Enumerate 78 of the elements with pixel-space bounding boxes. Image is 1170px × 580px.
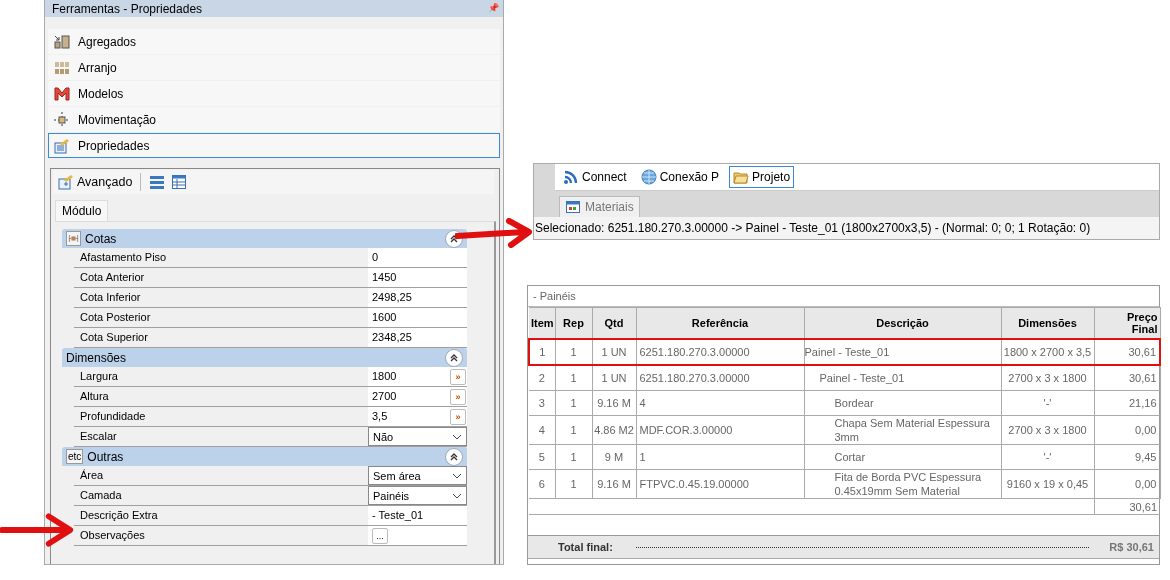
table-row[interactable]: 6 1 9.16 M FTPVC.0.45.19.00000 Fita de Borda PVC Espessura 0.45x19mm Sem Material 9160 x 19 x 0,45 0,00 — [529, 469, 1160, 499]
chevrons-icon — [449, 451, 459, 462]
total-value: R$ 30,61 — [1109, 541, 1154, 553]
table-row[interactable]: 5 1 9 M 1 Cortar '-' 9,45 — [529, 444, 1160, 470]
table-row[interactable]: 4 1 4.86 M2 MDF.COR.3.00000 Chapa Sem Material Espessura 3mm 2700 x 3 x 1800 0,00 — [529, 415, 1160, 445]
panel-title: Ferramentas - Propriedades — [52, 1, 203, 16]
menu-item[interactable]: Propriedades — [48, 133, 500, 158]
table-view-icon[interactable] — [171, 174, 188, 190]
more-button[interactable]: » — [450, 368, 466, 385]
total-label: Total final: — [558, 541, 613, 553]
properties-icon — [54, 137, 70, 154]
caret-icon — [452, 472, 462, 479]
rss-icon — [563, 169, 579, 186]
property-label: Cota Superior — [79, 330, 149, 345]
section-title: Outras — [87, 449, 125, 464]
property-label: Largura — [79, 369, 119, 384]
property-label: Observações — [79, 528, 146, 543]
dropdown[interactable]: Não — [368, 427, 467, 446]
property-value[interactable]: 3,5 — [372, 407, 388, 426]
dropdown[interactable]: Sem área — [368, 466, 467, 485]
toolbar-button[interactable]: Connect — [559, 166, 631, 189]
property-label: Cota Anterior — [79, 270, 146, 285]
caret-icon — [452, 492, 462, 499]
property-label: Escalar — [79, 429, 118, 444]
section-title: Dimensões — [66, 350, 128, 365]
toolbar-button[interactable]: Projeto — [729, 166, 795, 189]
column-header: Descrição — [804, 307, 1001, 339]
caret-icon — [452, 433, 462, 440]
chevrons-icon — [449, 233, 459, 244]
grid-icon — [54, 59, 70, 76]
cabinet-icon — [54, 33, 70, 50]
table-row[interactable]: 3 1 9.16 M 4 Bordear '-' 21,16 — [529, 390, 1160, 416]
chevrons-icon — [449, 352, 459, 363]
more-button[interactable]: » — [450, 388, 466, 405]
menu-item[interactable]: Arranjo — [48, 55, 500, 80]
table-icon — [565, 199, 581, 215]
table-row[interactable]: 1 1 1 UN 6251.180.270.3.00000 Painel - Teste_01 1800 x 2700 x 3,5 30,61 — [529, 339, 1160, 365]
column-header: Qtd — [592, 307, 636, 339]
folder-icon — [733, 169, 750, 186]
m-logo-icon — [54, 85, 70, 102]
dimension-icon — [66, 231, 81, 246]
menu-item[interactable]: Modelos — [48, 81, 500, 106]
property-label: Descrição Extra — [79, 508, 159, 523]
property-label: Altura — [79, 389, 110, 404]
advanced-button[interactable]: Avançado — [58, 174, 133, 190]
menu-item[interactable]: Agregados — [48, 29, 500, 54]
menu-item[interactable]: Movimentação — [48, 107, 500, 132]
section-title: Cotas — [85, 231, 118, 246]
property-label: Afastamento Piso — [79, 250, 168, 265]
list-view-icon[interactable] — [149, 174, 166, 190]
column-header: Dimensões — [1001, 307, 1094, 339]
table-row[interactable]: 2 1 1 UN 6251.180.270.3.00000 Painel - Teste_01 2700 x 3 x 1800 30,61 — [529, 365, 1160, 391]
move-icon — [54, 111, 70, 128]
property-label: Camada — [79, 488, 123, 503]
toolbar-button[interactable]: Conexão P — [636, 166, 724, 189]
collapse-button[interactable] — [445, 447, 463, 466]
property-value[interactable]: 2700 — [372, 387, 397, 406]
property-label: Cota Inferior — [79, 290, 142, 305]
tab[interactable]: Materiais — [559, 196, 640, 217]
more-button[interactable]: ... — [372, 527, 388, 544]
status-text: Selecionado: 6251.180.270.3.00000 -> Painel - Teste_01 (1800x2700x3,5) - (Normal: 0; 0; 1 Rotação: 0) — [534, 217, 1159, 239]
dropdown[interactable]: Painéis — [368, 486, 467, 505]
column-header: Item — [529, 307, 555, 339]
property-value[interactable]: 0 — [372, 248, 379, 267]
collapse-button[interactable] — [445, 348, 463, 367]
property-label: Cota Posterior — [79, 310, 152, 325]
subtotal-cell: 30,61 — [1094, 498, 1160, 515]
column-header: Rep — [555, 307, 592, 339]
section-icon: etc — [66, 449, 84, 464]
column-header: Preço Final — [1094, 307, 1160, 339]
globe-icon — [640, 169, 657, 186]
property-label: Profundidade — [79, 409, 147, 424]
properties-add-icon — [58, 174, 74, 190]
tab[interactable]: Módulo — [55, 200, 109, 221]
property-label: Área — [79, 468, 105, 483]
column-header: Referência — [636, 307, 804, 339]
more-button[interactable]: » — [450, 408, 466, 425]
property-value[interactable]: 1800 — [372, 367, 397, 386]
